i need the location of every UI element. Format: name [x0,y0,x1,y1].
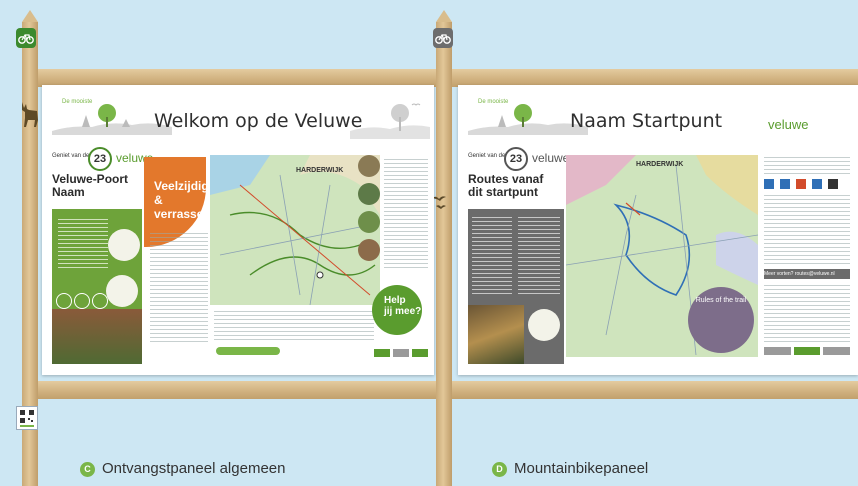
grey-info-column [468,209,564,364]
veluwe-logo: veluwe [768,117,809,132]
partner-logos [374,349,428,357]
green-info-column [52,209,142,364]
panel-title: Welkom op de Veluwe [154,110,363,132]
help-callout: Help jij mee? [372,285,422,335]
trail-map: HARDERWIJK Rules of the trail [566,155,758,357]
info-bubble [106,275,138,307]
brand-name: veluwe [532,151,570,165]
bike-icon [16,28,36,48]
caption-c: C Ontvangstpaneel algemeen [80,460,285,477]
contact-bar: Meer vorten? routes@veluwe.nl [764,269,850,279]
route-number-badge: 23 [504,147,528,171]
contact-bar [216,347,280,355]
partner-logos [764,347,851,355]
walk-icon [92,293,108,309]
mountainbike-panel: De mooiste Naam Startpunt veluwe Geniet … [458,85,858,375]
qr-code-icon [16,406,38,430]
wooden-post-middle [436,10,452,486]
svg-text:De mooiste: De mooiste [62,99,93,105]
panel-title: Naam Startpunt [570,110,723,132]
bike-icon [56,293,72,309]
route-number-badge: 23 [88,147,112,171]
info-bubble [108,229,140,261]
area-map: HARDERWIJK [210,155,380,305]
trees-silhouette-icon [350,103,430,139]
caption-d: D Mountainbikepaneel [492,460,648,477]
reception-panel: De mooiste Welkom op de Veluwe Geniet va… [42,85,434,375]
svg-text:De mooiste: De mooiste [478,99,509,105]
photo-column [358,155,380,295]
panel-subtitle: Routes vanaf dit startpunt [468,172,544,199]
deer-icon [22,102,38,127]
tagline: Geniet van de [52,153,90,159]
info-bubble [528,309,560,341]
photo-forest [468,305,524,364]
bike-icon [433,28,453,48]
rules-callout: Rules of the trail [688,287,754,353]
bike-icon [74,293,90,309]
difficulty-icons [764,179,850,189]
signboard-scene: De mooiste Welkom op de Veluwe Geniet va… [0,0,858,486]
panel-subtitle: Veluwe-Poort Naam [52,172,129,199]
photo-building [52,309,142,364]
caption-letter-badge: C [80,462,95,477]
info-column-right: Meer vorten? routes@veluwe.nl [762,157,852,357]
caption-letter-badge: D [492,462,507,477]
tagline: Geniet van de [468,153,506,159]
